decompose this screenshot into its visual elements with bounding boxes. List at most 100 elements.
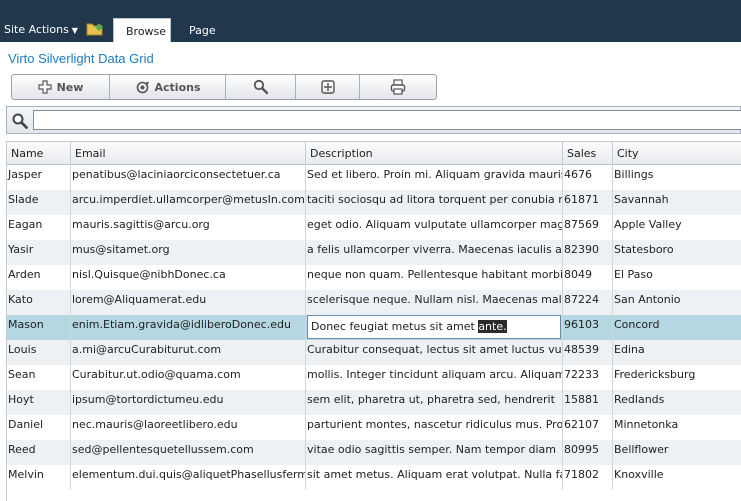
cell-name[interactable]: Louis <box>7 340 71 365</box>
cell-name[interactable]: Kato <box>7 290 71 315</box>
cell-name[interactable]: Eagan <box>7 215 71 240</box>
print-button[interactable] <box>360 75 436 99</box>
cell-email[interactable]: mus@sitamet.org <box>71 240 306 265</box>
cell-sales[interactable]: 71802 <box>563 465 613 490</box>
table-row[interactable]: Eagan mauris.sagittis@arcu.org eget odio. … <box>7 215 741 240</box>
cell-email[interactable]: a.mi@arcuCurabiturut.com <box>71 340 306 365</box>
cell-description[interactable]: Sed et libero. Proin mi. Aliquam gravida… <box>306 165 563 190</box>
table-row[interactable]: Hoyt ipsum@tortordictumeu.edu sem elit, ph… <box>7 390 741 415</box>
search-icon[interactable] <box>11 112 29 133</box>
cell-description[interactable]: neque non quam. Pellentesque habitant mo… <box>306 265 563 290</box>
chevron-down-icon: ▼ <box>71 26 78 35</box>
cell-name[interactable]: Reed <box>7 440 71 465</box>
cell-description[interactable]: eget odio. Aliquam vulputate ullamcorper… <box>306 215 563 240</box>
cell-description[interactable]: parturient montes, nascetur ridiculus mu… <box>306 415 563 440</box>
cell-city[interactable]: Bellflower <box>613 440 741 465</box>
navigate-up-folder-icon[interactable] <box>86 20 104 36</box>
site-actions-label: Site Actions <box>4 23 69 36</box>
table-row[interactable]: Mason enim.Etiam.gravida@idliberoDonec.ed… <box>7 315 741 340</box>
cell-city[interactable]: El Paso <box>613 265 741 290</box>
cell-city[interactable]: San Antonio <box>613 290 741 315</box>
editor-selected-text: ante. <box>478 320 507 333</box>
cell-description[interactable]: a felis ullamcorper viverra. Maecenas ia… <box>306 240 563 265</box>
cell-city[interactable]: Fredericksburg <box>613 365 741 390</box>
cell-city[interactable]: Statesboro <box>613 240 741 265</box>
table-row[interactable]: Slade arcu.imperdiet.ullamcorper@metusIn.… <box>7 190 741 215</box>
cell-sales[interactable]: 8049 <box>563 265 613 290</box>
cell-name[interactable]: Yasir <box>7 240 71 265</box>
find-button[interactable] <box>226 75 296 99</box>
table-row[interactable]: Arden nisl.Quisque@nibhDonec.ca neque non … <box>7 265 741 290</box>
table-row[interactable]: Louis a.mi@arcuCurabiturut.com Curabitur c… <box>7 340 741 365</box>
cell-sales[interactable]: 72233 <box>563 365 613 390</box>
cell-email[interactable]: ipsum@tortordictumeu.edu <box>71 390 306 415</box>
tab-browse[interactable]: Browse <box>113 18 171 42</box>
cell-city[interactable]: Edina <box>613 340 741 365</box>
cell-name[interactable]: Jasper <box>7 165 71 190</box>
cell-description[interactable]: Curabitur consequat, lectus sit amet luc… <box>306 340 563 365</box>
description-cell-editor[interactable]: Donec feugiat metus sit amet ante. <box>307 315 561 339</box>
cell-email[interactable]: elementum.dui.quis@aliquetPhasellusferm <box>71 465 306 490</box>
cell-city[interactable]: Minnetonka <box>613 415 741 440</box>
cell-email[interactable]: Curabitur.ut.odio@quama.com <box>71 365 306 390</box>
cell-sales[interactable]: 80995 <box>563 440 613 465</box>
plus-icon <box>37 80 52 94</box>
cell-email[interactable]: penatibus@laciniaorciconsectetuer.ca <box>71 165 306 190</box>
cell-city[interactable]: Billings <box>613 165 741 190</box>
column-chooser-button[interactable] <box>296 75 360 99</box>
table-row[interactable]: Reed sed@pellentesquetellussem.com vitae o… <box>7 440 741 465</box>
cell-sales[interactable]: 87224 <box>563 290 613 315</box>
cell-description[interactable]: scelerisque neque. Nullam nisl. Maecenas… <box>306 290 563 315</box>
search-input[interactable] <box>33 110 741 130</box>
cell-city[interactable]: Knoxville <box>613 465 741 490</box>
cell-name[interactable]: Daniel <box>7 415 71 440</box>
cell-city[interactable]: Concord <box>613 315 741 340</box>
cell-description[interactable]: mollis. Integer tincidunt aliquam arcu. … <box>306 365 563 390</box>
cell-city[interactable]: Savannah <box>613 190 741 215</box>
table-row[interactable]: Daniel nec.mauris@laoreetlibero.edu partur… <box>7 415 741 440</box>
cell-description[interactable]: taciti sociosqu ad litora torquent per c… <box>306 190 563 215</box>
table-row[interactable]: Sean Curabitur.ut.odio@quama.com mollis. I… <box>7 365 741 390</box>
column-header-sales[interactable]: Sales <box>563 142 613 165</box>
cell-sales[interactable]: 87569 <box>563 215 613 240</box>
cell-sales[interactable]: 48539 <box>563 340 613 365</box>
cell-sales[interactable]: 82390 <box>563 240 613 265</box>
cell-email[interactable]: mauris.sagittis@arcu.org <box>71 215 306 240</box>
table-row[interactable]: Jasper penatibus@laciniaorciconsectetuer.… <box>7 165 741 190</box>
cell-city[interactable]: Apple Valley <box>613 215 741 240</box>
tab-page[interactable]: Page <box>177 18 228 42</box>
cell-description[interactable]: vitae odio sagittis semper. Nam tempor d… <box>306 440 563 465</box>
site-actions-menu[interactable]: Site Actions ▼ <box>4 23 78 36</box>
cell-sales[interactable]: 62107 <box>563 415 613 440</box>
table-row[interactable]: Melvin elementum.dui.quis@aliquetPhasellu… <box>7 465 741 490</box>
cell-email[interactable]: enim.Etiam.gravida@idliberoDonec.edu <box>71 315 306 340</box>
cell-name[interactable]: Mason <box>7 315 71 340</box>
cell-name[interactable]: Hoyt <box>7 390 71 415</box>
column-header-description[interactable]: Description <box>306 142 563 165</box>
column-header-email[interactable]: Email <box>71 142 306 165</box>
actions-button[interactable]: Actions <box>110 75 226 99</box>
table-row[interactable]: Kato lorem@Aliquamerat.edu scelerisque neq… <box>7 290 741 315</box>
cell-description[interactable]: sem elit, pharetra ut, pharetra sed, hen… <box>306 390 563 415</box>
column-header-name[interactable]: Name <box>7 142 71 165</box>
cell-name[interactable]: Arden <box>7 265 71 290</box>
cell-name[interactable]: Melvin <box>7 465 71 490</box>
cell-email[interactable]: nec.mauris@laoreetlibero.edu <box>71 415 306 440</box>
printer-icon <box>390 79 406 95</box>
new-button[interactable]: New <box>12 75 110 99</box>
cell-email[interactable]: nisl.Quisque@nibhDonec.ca <box>71 265 306 290</box>
cell-city[interactable]: Redlands <box>613 390 741 415</box>
table-row[interactable]: Yasir mus@sitamet.org a felis ullamcorper … <box>7 240 741 265</box>
cell-email[interactable]: arcu.imperdiet.ullamcorper@metusIn.com <box>71 190 306 215</box>
cell-description[interactable]: sit amet metus. Aliquam erat volutpat. N… <box>306 465 563 490</box>
cell-email[interactable]: sed@pellentesquetellussem.com <box>71 440 306 465</box>
cell-email[interactable]: lorem@Aliquamerat.edu <box>71 290 306 315</box>
search-bar <box>6 106 741 134</box>
cell-name[interactable]: Sean <box>7 365 71 390</box>
cell-sales[interactable]: 4676 <box>563 165 613 190</box>
cell-sales[interactable]: 96103 <box>563 315 613 340</box>
cell-sales[interactable]: 15881 <box>563 390 613 415</box>
cell-sales[interactable]: 61871 <box>563 190 613 215</box>
column-header-city[interactable]: City <box>613 142 741 165</box>
cell-name[interactable]: Slade <box>7 190 71 215</box>
